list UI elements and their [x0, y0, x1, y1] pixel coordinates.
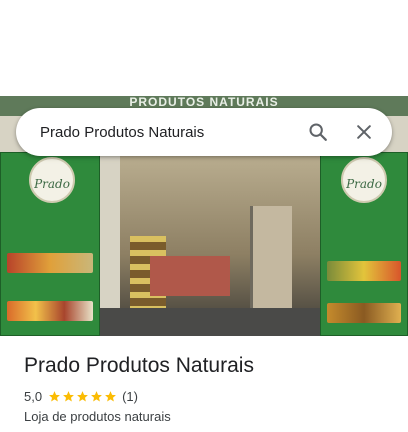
left-banner: Prado — [0, 152, 100, 336]
right-banner: Prado — [320, 152, 408, 336]
search-input[interactable]: Prado Produtos Naturais — [16, 124, 298, 141]
star-icon — [49, 391, 60, 402]
banner-logo: Prado — [29, 157, 75, 203]
star-icon — [77, 391, 88, 402]
star-icon — [63, 391, 74, 402]
review-count[interactable]: (1) — [122, 389, 138, 404]
search-bar[interactable]: Prado Produtos Naturais — [16, 108, 392, 156]
banner-product-strip — [327, 261, 401, 281]
banner-logo-text: Prado — [34, 177, 70, 191]
store-door — [250, 206, 292, 316]
place-category: Loja de produtos naturais — [24, 409, 171, 424]
rating-value: 5,0 — [24, 389, 43, 404]
rating-row[interactable]: 5,0 (1) — [24, 389, 138, 404]
banner-product-strip — [7, 301, 93, 321]
clear-search-button[interactable] — [344, 112, 384, 152]
banner-product-strip — [327, 303, 401, 323]
place-title: Prado Produtos Naturais — [24, 354, 254, 377]
rating-stars — [48, 390, 118, 403]
search-icon — [309, 123, 327, 141]
search-button[interactable] — [298, 112, 338, 152]
banner-logo-text: Prado — [346, 177, 382, 191]
banner-logo: Prado — [341, 157, 387, 203]
store-floor — [100, 308, 340, 336]
star-icon — [91, 391, 102, 402]
store-counter — [150, 256, 230, 296]
star-icon — [105, 391, 116, 402]
close-icon — [357, 125, 371, 139]
banner-product-strip — [7, 253, 93, 273]
